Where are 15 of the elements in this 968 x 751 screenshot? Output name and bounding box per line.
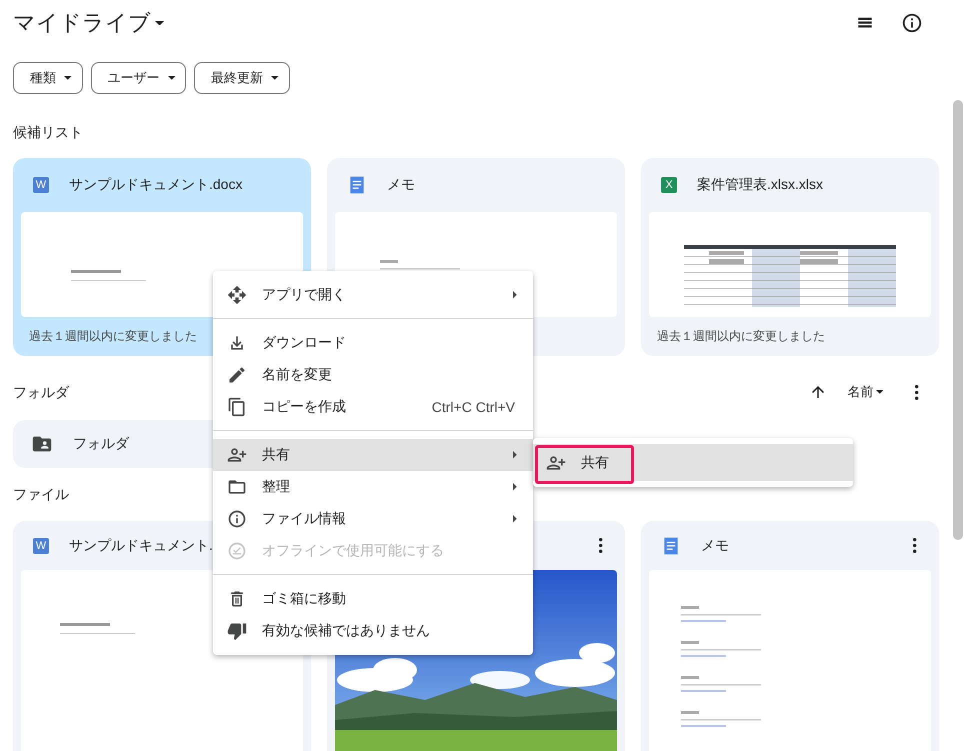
file-name: 案件管理表.xlsx.xlsx	[697, 176, 823, 194]
excel-file-icon: X	[661, 177, 677, 193]
section-heading: フォルダ	[13, 383, 69, 401]
file-name: サンプルドキュメント.docx	[69, 176, 242, 194]
section-heading: 候補リスト	[13, 123, 83, 141]
word-file-icon: W	[33, 538, 49, 554]
file-name: メモ	[387, 176, 415, 194]
file-name: サンプルドキュメント.	[69, 536, 213, 554]
shortcut-hint: Ctrl+C Ctrl+V	[432, 399, 515, 415]
file-name: メモ	[701, 536, 729, 554]
folder-name: フォルダ	[73, 435, 129, 453]
section-heading: ファイル	[13, 485, 69, 503]
modified-note: 過去１週間以内に変更しました	[29, 328, 197, 345]
modified-note: 過去１週間以内に変更しました	[657, 328, 825, 345]
word-file-icon: W	[33, 177, 49, 193]
